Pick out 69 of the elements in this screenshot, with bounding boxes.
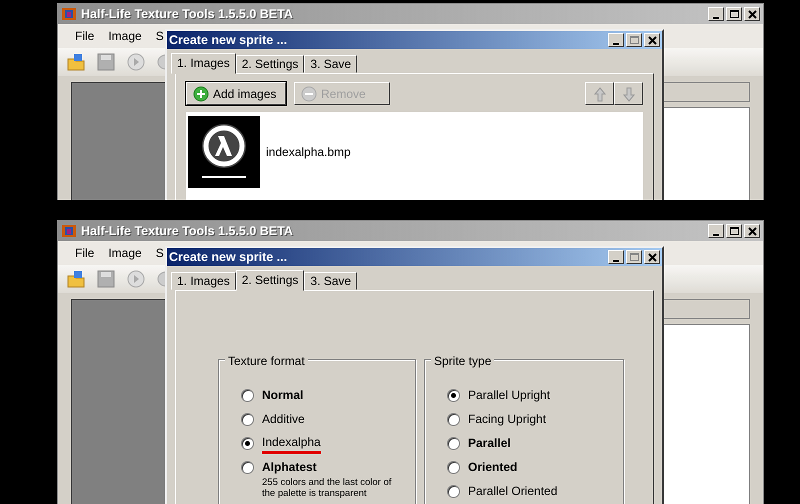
app-icon bbox=[61, 223, 77, 239]
tab[interactable]: 2. Settings bbox=[236, 55, 304, 73]
maximize-button[interactable] bbox=[726, 224, 742, 238]
close-button[interactable] bbox=[744, 7, 760, 21]
maximize-icon bbox=[627, 251, 641, 263]
minimize-icon bbox=[613, 260, 619, 262]
maximize-button[interactable] bbox=[626, 33, 642, 47]
close-button[interactable] bbox=[644, 33, 660, 47]
radio-button[interactable] bbox=[447, 388, 460, 402]
option-label: Additive bbox=[262, 411, 305, 428]
tab[interactable]: 1. Images bbox=[171, 272, 236, 290]
minimize-button[interactable] bbox=[608, 250, 624, 264]
option-label: Facing Upright bbox=[468, 411, 546, 428]
save-icon[interactable] bbox=[96, 269, 116, 289]
menu-item[interactable]: S bbox=[156, 27, 164, 45]
tab[interactable]: 3. Save bbox=[304, 272, 358, 290]
folder-icon[interactable] bbox=[66, 52, 86, 72]
option-label: Indexalpha bbox=[262, 432, 321, 454]
option-label: Alphatest bbox=[262, 459, 317, 476]
menu-item[interactable]: File bbox=[75, 244, 94, 262]
up-arrow-icon bbox=[592, 86, 608, 102]
minimize-button[interactable] bbox=[608, 33, 624, 47]
dialog-title: Create new sprite ... bbox=[169, 248, 288, 266]
option-label: Parallel Upright bbox=[468, 387, 550, 404]
option-label: Normal bbox=[262, 387, 304, 404]
app-icon bbox=[61, 6, 77, 22]
maximize-icon bbox=[727, 8, 741, 20]
window-title: Half-Life Texture Tools 1.5.5.0 BETA bbox=[81, 6, 294, 23]
tab[interactable]: 2. Settings bbox=[236, 270, 304, 291]
radio-button[interactable] bbox=[241, 460, 254, 474]
input-field[interactable] bbox=[662, 82, 750, 102]
radio-button[interactable] bbox=[241, 388, 254, 402]
window-title: Half-Life Texture Tools 1.5.5.0 BETA bbox=[81, 222, 294, 240]
minimize-icon bbox=[713, 234, 719, 236]
maximize-icon bbox=[727, 225, 741, 237]
save-icon[interactable] bbox=[96, 52, 116, 72]
tab[interactable]: 1. Images bbox=[171, 53, 236, 74]
maximize-icon bbox=[627, 34, 641, 46]
close-button[interactable] bbox=[744, 224, 760, 238]
menu-item[interactable]: File bbox=[75, 27, 94, 45]
radio-button[interactable] bbox=[447, 460, 460, 474]
minimize-icon bbox=[613, 42, 619, 44]
add-button[interactable]: Add images bbox=[186, 82, 286, 105]
option-description: 255 colors and the last color of the palette is transparent bbox=[261, 478, 392, 499]
radio-button[interactable] bbox=[447, 436, 460, 450]
menu-item[interactable]: Image bbox=[108, 27, 142, 45]
maximize-button[interactable] bbox=[626, 250, 642, 264]
dialog-title: Create new sprite ... bbox=[169, 32, 288, 49]
option-label: Oriented bbox=[468, 459, 518, 476]
down-arrow-icon bbox=[620, 86, 636, 102]
menu-item[interactable]: Image bbox=[108, 244, 142, 262]
radio-button[interactable] bbox=[447, 412, 460, 426]
minus-icon bbox=[301, 86, 317, 102]
menu-item[interactable]: S bbox=[156, 244, 164, 262]
close-button[interactable] bbox=[644, 250, 660, 264]
radio-button[interactable] bbox=[241, 412, 254, 426]
option-label: Parallel Oriented bbox=[468, 483, 558, 500]
input-field[interactable] bbox=[662, 299, 750, 319]
folder-icon[interactable] bbox=[66, 269, 86, 289]
minimize-button[interactable] bbox=[708, 224, 724, 238]
option-label: Parallel bbox=[468, 435, 511, 452]
radio-button[interactable] bbox=[447, 484, 460, 498]
maximize-button[interactable] bbox=[726, 7, 742, 21]
minimize-icon bbox=[713, 16, 719, 18]
tab[interactable]: 3. Save bbox=[304, 55, 358, 73]
radio-button[interactable] bbox=[241, 436, 254, 450]
plus-icon bbox=[193, 86, 209, 102]
minimize-button[interactable] bbox=[708, 7, 724, 21]
file-name[interactable]: indexalpha.bmp bbox=[266, 143, 351, 161]
